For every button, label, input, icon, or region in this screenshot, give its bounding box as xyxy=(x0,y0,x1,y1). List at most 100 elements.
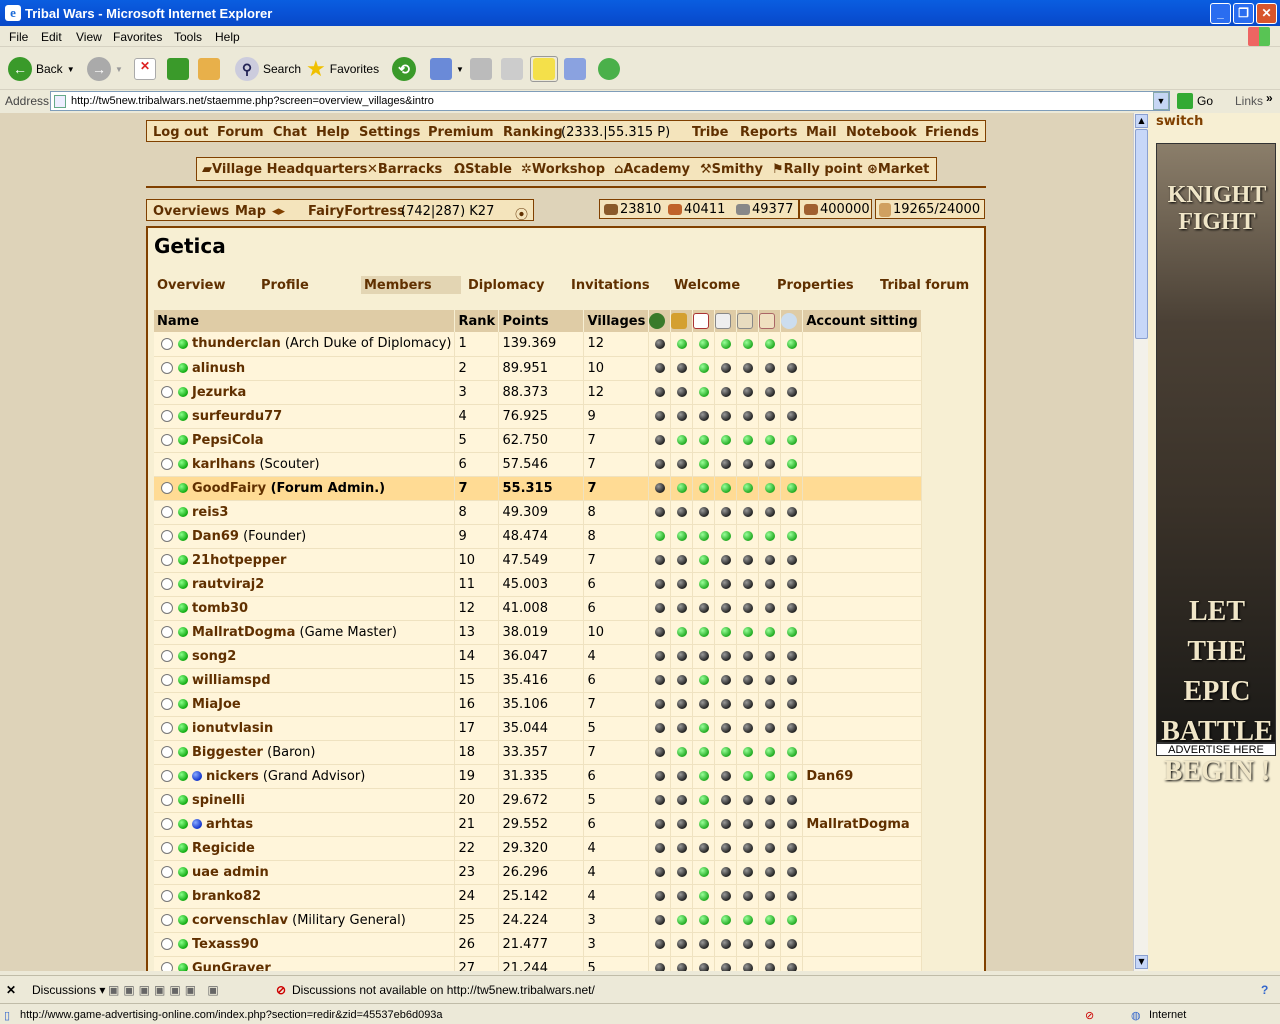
premium-link[interactable]: Premium xyxy=(428,125,494,140)
print-button[interactable] xyxy=(470,56,492,82)
building-smithy[interactable]: ⚒Smithy xyxy=(700,162,763,177)
help-link[interactable]: Help xyxy=(316,125,349,140)
advertise-here-link[interactable]: ADVERTISE HERE xyxy=(1156,743,1276,756)
search-button[interactable]: ⚲ Search xyxy=(235,56,301,82)
member-name-link[interactable]: reis3 xyxy=(192,505,228,520)
select-member-radio[interactable] xyxy=(161,506,173,518)
select-member-radio[interactable] xyxy=(161,337,173,350)
member-name-link[interactable]: uae admin xyxy=(192,865,269,880)
ranking-link[interactable]: Ranking xyxy=(503,125,563,140)
notebook-link[interactable]: Notebook xyxy=(846,125,917,140)
tab-members[interactable]: Members xyxy=(361,276,461,294)
switch-link[interactable]: switch xyxy=(1156,114,1203,129)
menu-edit[interactable]: Edit xyxy=(41,30,62,44)
member-name-link[interactable]: Jezurka xyxy=(192,385,246,400)
sitter-link[interactable]: Dan69 xyxy=(806,769,853,784)
member-name-link[interactable]: Regicide xyxy=(192,841,255,856)
member-name-link[interactable]: thunderclan xyxy=(192,336,281,351)
stop-button[interactable]: ✕ xyxy=(134,56,156,82)
member-name-link[interactable]: arhtas xyxy=(206,817,253,832)
select-member-radio[interactable] xyxy=(161,914,173,926)
back-button[interactable]: ← Back ▼ xyxy=(8,56,75,82)
select-member-radio[interactable] xyxy=(161,386,173,398)
tab-overview[interactable]: Overview xyxy=(154,276,250,294)
village-target-icon[interactable]: ⦿ xyxy=(515,204,528,223)
member-name-link[interactable]: PepsiCola xyxy=(192,433,264,448)
favorites-button[interactable]: ★ Favorites xyxy=(306,56,379,82)
select-member-radio[interactable] xyxy=(161,578,173,590)
minimize-button[interactable]: _ xyxy=(1210,3,1231,24)
select-member-radio[interactable] xyxy=(161,866,173,878)
member-name-link[interactable]: song2 xyxy=(192,649,236,664)
sitter-link[interactable]: MallratDogma xyxy=(806,817,909,832)
select-member-radio[interactable] xyxy=(161,530,173,542)
discussions-button[interactable]: Discussions ▾ xyxy=(32,983,105,997)
village-name-link[interactable]: FairyFortress xyxy=(308,204,405,219)
building-rally-point[interactable]: ⚑Rally point xyxy=(772,162,863,177)
member-name-link[interactable]: alinush xyxy=(192,361,245,376)
select-member-radio[interactable] xyxy=(161,818,173,830)
menu-help[interactable]: Help xyxy=(215,30,240,44)
select-member-radio[interactable] xyxy=(161,434,173,446)
chat-link[interactable]: Chat xyxy=(273,125,307,140)
close-button[interactable]: ✕ xyxy=(1256,3,1277,24)
ad-banner[interactable]: KNIGHT FIGHT LET THE EPIC BATTLE BEGIN ! xyxy=(1156,143,1276,787)
select-member-radio[interactable] xyxy=(161,842,173,854)
tab-profile[interactable]: Profile xyxy=(258,276,354,294)
refresh-button[interactable] xyxy=(167,56,189,82)
forum-link[interactable]: Forum xyxy=(217,125,264,140)
select-member-radio[interactable] xyxy=(161,890,173,902)
scroll-up-icon[interactable]: ▲ xyxy=(1135,114,1148,128)
member-name-link[interactable]: Texass90 xyxy=(192,937,259,952)
building-market[interactable]: ⊛Market xyxy=(867,162,929,177)
menu-tools[interactable]: Tools xyxy=(174,30,202,44)
member-name-link[interactable]: nickers xyxy=(206,769,259,784)
scroll-down-icon[interactable]: ▼ xyxy=(1135,955,1148,969)
address-input[interactable]: http://tw5new.tribalwars.net/staemme.php… xyxy=(50,91,1170,111)
maximize-button[interactable]: ❐ xyxy=(1233,3,1254,24)
building-stable[interactable]: ΩStable xyxy=(454,162,512,177)
member-name-link[interactable]: ionutvlasin xyxy=(192,721,273,736)
member-name-link[interactable]: MiaJoe xyxy=(192,697,241,712)
help-icon[interactable]: ? xyxy=(1261,983,1268,997)
links-button[interactable]: Links xyxy=(1235,94,1263,108)
member-name-link[interactable]: tomb30 xyxy=(192,601,248,616)
address-dropdown-button[interactable]: ▼ xyxy=(1153,92,1169,110)
select-member-radio[interactable] xyxy=(161,362,173,374)
menu-favorites[interactable]: Favorites xyxy=(113,30,162,44)
member-name-link[interactable]: GoodFairy xyxy=(192,481,266,496)
member-name-link[interactable]: williamspd xyxy=(192,673,271,688)
select-member-radio[interactable] xyxy=(161,746,173,758)
messenger-button[interactable] xyxy=(598,56,620,82)
forward-button[interactable]: → ▼ xyxy=(87,56,123,82)
tab-invitations[interactable]: Invitations xyxy=(568,276,664,294)
building-workshop[interactable]: ✲Workshop xyxy=(521,162,605,177)
menu-view[interactable]: View xyxy=(76,30,102,44)
member-name-link[interactable]: karlhans xyxy=(192,457,255,472)
select-member-radio[interactable] xyxy=(161,698,173,710)
tab-diplomacy[interactable]: Diplomacy xyxy=(465,276,561,294)
select-member-radio[interactable] xyxy=(161,674,173,686)
select-member-radio[interactable] xyxy=(161,482,173,494)
select-member-radio[interactable] xyxy=(161,794,173,806)
member-name-link[interactable]: spinelli xyxy=(192,793,245,808)
chevron-right-icon[interactable]: » xyxy=(1266,91,1273,105)
mail-button[interactable]: ▼ xyxy=(430,56,464,82)
select-member-radio[interactable] xyxy=(161,650,173,662)
menu-file[interactable]: File xyxy=(9,30,28,44)
tribe-link[interactable]: Tribe xyxy=(692,125,728,140)
tab-welcome[interactable]: Welcome xyxy=(671,276,767,294)
select-member-radio[interactable] xyxy=(161,962,173,971)
map-link[interactable]: Map xyxy=(235,204,266,219)
member-name-link[interactable]: rautviraj2 xyxy=(192,577,264,592)
member-name-link[interactable]: Dan69 xyxy=(192,529,239,544)
history-button[interactable]: ⟲ xyxy=(392,56,416,82)
member-name-link[interactable]: 21hotpepper xyxy=(192,553,286,568)
member-name-link[interactable]: GunGraver xyxy=(192,961,271,972)
discussion-tools-icons[interactable]: ▣▣▣▣▣▣ ▣ xyxy=(108,983,223,997)
page-scrollbar[interactable]: ▲ ▼ xyxy=(1133,113,1148,971)
select-member-radio[interactable] xyxy=(161,602,173,614)
research-button[interactable] xyxy=(564,56,586,82)
building-academy[interactable]: ⌂Academy xyxy=(614,162,690,177)
reports-link[interactable]: Reports xyxy=(740,125,797,140)
